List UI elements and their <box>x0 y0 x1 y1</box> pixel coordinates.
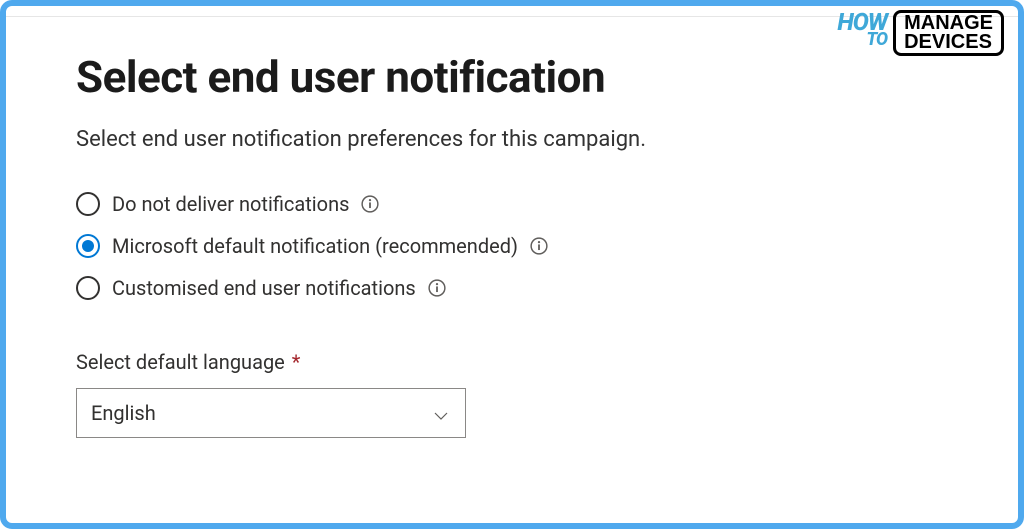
brand-logo: HOW TO MANAGE DEVICES <box>837 10 1004 56</box>
radio-customised[interactable]: Customised end user notifications <box>76 276 948 300</box>
language-selected-value: English <box>91 401 156 425</box>
required-marker: * <box>292 350 301 374</box>
brand-to-text: TO <box>866 32 887 47</box>
info-icon[interactable] <box>361 195 379 213</box>
brand-box: MANAGE DEVICES <box>893 10 1004 56</box>
language-label-text: Select default language <box>76 350 285 374</box>
radio-label: Microsoft default notification (recommen… <box>112 234 518 258</box>
brand-howto: HOW TO <box>837 12 887 48</box>
chevron-down-icon <box>433 405 449 421</box>
info-icon[interactable] <box>428 279 446 297</box>
language-select[interactable]: English <box>76 388 466 438</box>
info-icon[interactable] <box>530 237 548 255</box>
radio-do-not-deliver[interactable]: Do not deliver notifications <box>76 192 948 216</box>
brand-line2: DEVICES <box>904 33 993 52</box>
radio-label: Do not deliver notifications <box>112 192 349 216</box>
page-description: Select end user notification preferences… <box>76 127 948 152</box>
notification-radio-group: Do not deliver notifications Microsoft d… <box>76 192 948 300</box>
radio-button-icon <box>76 192 100 216</box>
radio-button-icon <box>76 276 100 300</box>
radio-label: Customised end user notifications <box>112 276 416 300</box>
page-title: Select end user notification <box>76 51 948 103</box>
radio-dot-icon <box>82 240 94 252</box>
radio-button-icon <box>76 234 100 258</box>
language-label: Select default language * <box>76 350 948 374</box>
radio-microsoft-default[interactable]: Microsoft default notification (recommen… <box>76 234 948 258</box>
